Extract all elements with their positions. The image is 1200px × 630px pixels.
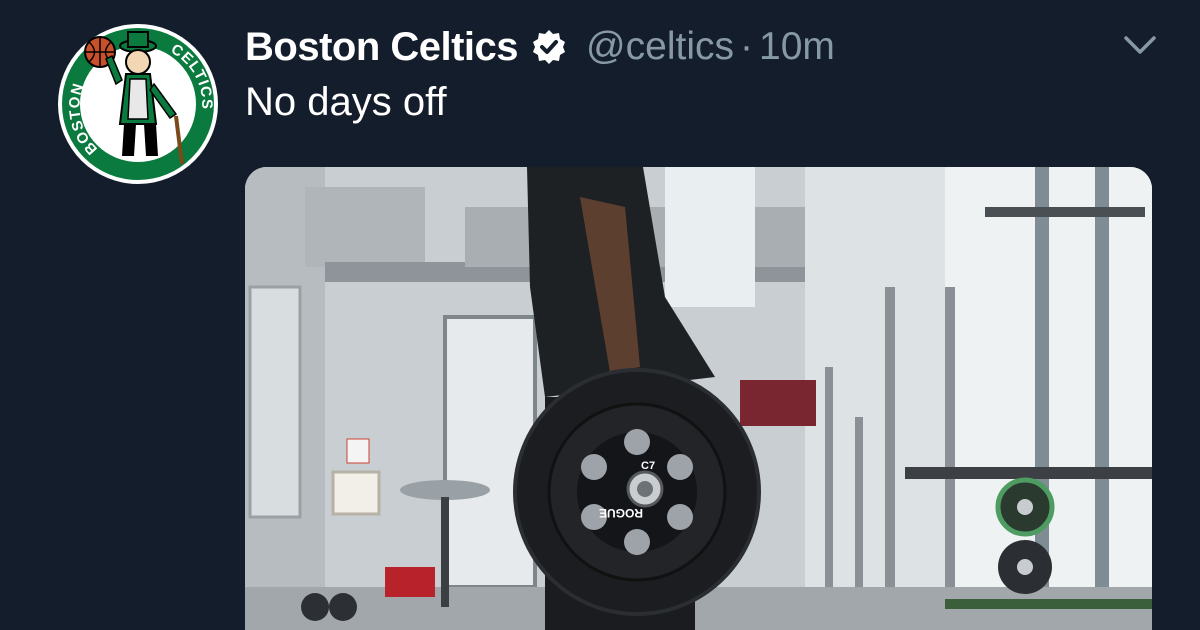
handle[interactable]: @celtics	[586, 25, 734, 69]
celtics-logo-icon: BOSTON CELTICS	[59, 25, 217, 183]
chevron-down-icon[interactable]	[1120, 30, 1160, 60]
tweet-header: Boston Celtics @celtics · 10m	[245, 22, 835, 72]
avatar[interactable]: BOSTON CELTICS	[58, 24, 218, 184]
timestamp[interactable]: 10m	[759, 25, 835, 69]
gym-photo: C7 ROGUE	[245, 167, 1152, 630]
separator-dot: ·	[740, 25, 753, 68]
verified-badge-icon	[530, 28, 568, 66]
plate-label: C7	[641, 460, 655, 472]
tweet-photo[interactable]: C7 ROGUE	[245, 167, 1152, 630]
display-name[interactable]: Boston Celtics	[245, 25, 519, 70]
tweet-text: No days off	[245, 80, 447, 124]
plate-brand: ROGUE	[599, 506, 643, 520]
tweet[interactable]: BOSTON CELTICS Boston Celtics @celtics ·…	[0, 0, 1200, 630]
